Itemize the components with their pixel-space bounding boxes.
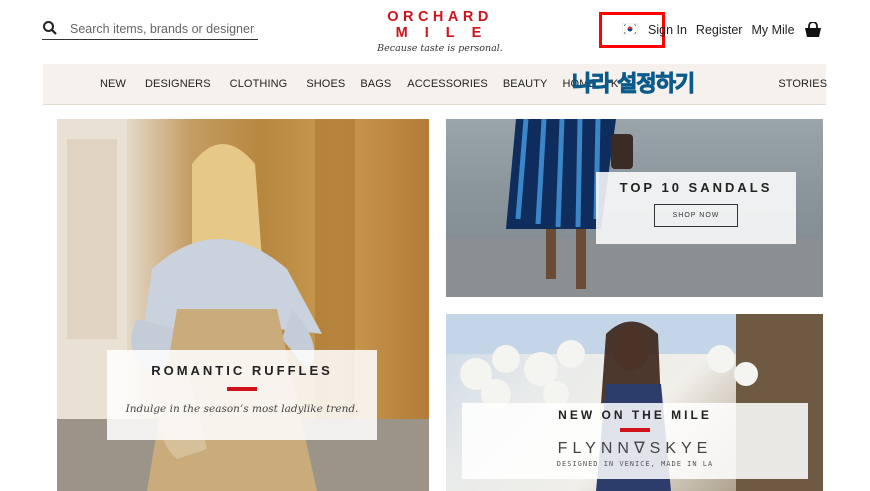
- nav-item-beauty[interactable]: BEAUTY: [503, 78, 548, 90]
- annotation-text: 나라 설정하기: [571, 72, 695, 98]
- sign-in-link[interactable]: Sign In: [648, 23, 687, 37]
- nav-item-accessories[interactable]: ACCESSORIES: [407, 78, 488, 90]
- tile-subtitle: Indulge in the season’s most ladylike tr…: [125, 403, 359, 415]
- korea-flag-icon[interactable]: [621, 22, 639, 36]
- shop-now-button[interactable]: SHOP NOW: [653, 204, 739, 227]
- brand-tagline: DESIGNED IN VENICE, MADE IN LA: [556, 460, 714, 468]
- caption-box: TOP 10 SANDALS SHOP NOW: [596, 172, 796, 244]
- logo-line-1: ORCHARD: [387, 9, 493, 25]
- tile-title: TOP 10 SANDALS: [619, 180, 773, 195]
- search-icon[interactable]: [42, 20, 60, 38]
- red-divider: [227, 387, 257, 391]
- nav-item-designers[interactable]: DESIGNERS: [145, 78, 211, 90]
- red-divider: [620, 428, 650, 432]
- register-link[interactable]: Register: [696, 23, 743, 37]
- shopping-bag-icon[interactable]: [804, 21, 822, 38]
- nav-item-new[interactable]: NEW: [100, 78, 126, 90]
- search-input[interactable]: [70, 21, 255, 36]
- nav-item-bags[interactable]: BAGS: [360, 78, 391, 90]
- main-nav: NEW DESIGNERS CLOTHING SHOES BAGS ACCESS…: [43, 64, 827, 105]
- nav-item-stories[interactable]: STORIES: [778, 78, 827, 90]
- my-mile-link[interactable]: My Mile: [751, 23, 794, 37]
- nav-item-clothing[interactable]: CLOTHING: [230, 78, 288, 90]
- tile-title: NEW ON THE MILE: [558, 408, 712, 422]
- nav-item-shoes[interactable]: SHOES: [306, 78, 345, 90]
- caption-box: NEW ON THE MILE FLYNN∇SKYE DESIGNED IN V…: [462, 403, 808, 479]
- brand-logo: FLYNN∇SKYE: [557, 440, 713, 457]
- account-links: Sign In Register My Mile: [648, 21, 822, 38]
- logo-line-2: MILE: [395, 25, 499, 41]
- promo-tile-new-on-the-mile[interactable]: NEW ON THE MILE FLYNN∇SKYE DESIGNED IN V…: [446, 314, 823, 491]
- promo-tile-top-10-sandals[interactable]: TOP 10 SANDALS SHOP NOW: [446, 119, 823, 297]
- site-logo[interactable]: ORCHARD MILE Because taste is personal.: [372, 9, 508, 54]
- search-bar[interactable]: [42, 18, 258, 40]
- tile-title: ROMANTIC RUFFLES: [151, 363, 333, 378]
- logo-tagline: Because taste is personal.: [377, 43, 503, 54]
- promo-tile-romantic-ruffles[interactable]: ROMANTIC RUFFLES Indulge in the season’s…: [57, 119, 429, 491]
- site-header: ORCHARD MILE Because taste is personal. …: [0, 0, 870, 64]
- caption-box: ROMANTIC RUFFLES Indulge in the season’s…: [107, 350, 377, 440]
